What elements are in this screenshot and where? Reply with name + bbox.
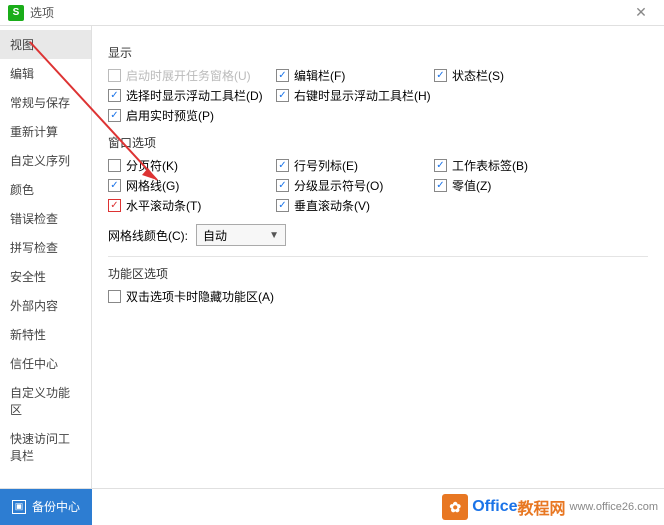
window-title: 选项 (30, 4, 54, 21)
checkbox-gridlines[interactable] (108, 179, 121, 192)
logo-url: www.office26.com (570, 501, 658, 513)
section-window-title: 窗口选项 (108, 134, 648, 151)
chevron-down-icon: ▼ (269, 230, 279, 241)
checkbox-row-col-header[interactable] (276, 159, 289, 172)
label-edit-bar: 编辑栏(F) (294, 67, 345, 84)
checkbox-startup-taskpane[interactable] (108, 69, 121, 82)
label-grid-color: 网格线颜色(C): (108, 227, 188, 244)
section-display-title: 显示 (108, 44, 648, 61)
logo-suffix: 教程网 (518, 495, 566, 519)
titlebar: S 选项 ✕ (0, 0, 664, 26)
select-grid-color-value: 自动 (203, 227, 227, 244)
checkbox-edit-bar[interactable] (276, 69, 289, 82)
sidebar-item-edit[interactable]: 编辑 (0, 59, 91, 88)
logo-brand: Office (472, 498, 517, 516)
label-startup-taskpane: 启动时展开任务窗格(U) (126, 67, 251, 84)
label-realtime-preview: 启用实时预览(P) (126, 107, 214, 124)
sidebar-item-trust-center[interactable]: 信任中心 (0, 349, 91, 378)
checkbox-dblclick-hide-ribbon[interactable] (108, 290, 121, 303)
divider (108, 256, 648, 257)
sidebar-item-view[interactable]: 视图 (0, 30, 91, 59)
checkbox-sheet-tabs[interactable] (434, 159, 447, 172)
label-float-rclick: 右键时显示浮动工具栏(H) (294, 87, 431, 104)
label-sheet-tabs: 工作表标签(B) (452, 157, 528, 174)
sidebar-item-external[interactable]: 外部内容 (0, 291, 91, 320)
sidebar-item-general[interactable]: 常规与保存 (0, 88, 91, 117)
label-outline-symbols: 分级显示符号(O) (294, 177, 383, 194)
checkbox-float-rclick[interactable] (276, 89, 289, 102)
sidebar-item-new-feature[interactable]: 新特性 (0, 320, 91, 349)
label-dblclick-hide-ribbon: 双击选项卡时隐藏功能区(A) (126, 288, 274, 305)
sidebar-item-custom-ribbon[interactable]: 自定义功能区 (0, 378, 91, 424)
checkbox-v-scrollbar[interactable] (276, 199, 289, 212)
sidebar-item-recalc[interactable]: 重新计算 (0, 117, 91, 146)
label-gridlines: 网格线(G) (126, 177, 179, 194)
logo-icon: ✿ (442, 494, 468, 520)
sidebar-item-quick-access[interactable]: 快速访问工具栏 (0, 424, 91, 470)
backup-center-button[interactable]: ▣ 备份中心 (0, 489, 92, 525)
checkbox-zero-values[interactable] (434, 179, 447, 192)
close-icon[interactable]: ✕ (626, 4, 656, 21)
main-panel: 显示 启动时展开任务窗格(U) 编辑栏(F) 状态栏(S) 选择时显示浮动工具栏… (92, 26, 664, 488)
select-grid-color[interactable]: 自动 ▼ (196, 224, 286, 246)
checkbox-h-scrollbar[interactable] (108, 199, 121, 212)
label-status-bar: 状态栏(S) (452, 67, 504, 84)
sidebar-item-error-check[interactable]: 错误检查 (0, 204, 91, 233)
checkbox-page-break[interactable] (108, 159, 121, 172)
label-v-scrollbar: 垂直滚动条(V) (294, 197, 370, 214)
label-float-select: 选择时显示浮动工具栏(D) (126, 87, 263, 104)
section-ribbon-title: 功能区选项 (108, 265, 648, 282)
checkbox-float-select[interactable] (108, 89, 121, 102)
checkbox-outline-symbols[interactable] (276, 179, 289, 192)
label-row-col-header: 行号列标(E) (294, 157, 358, 174)
watermark-logo: ✿ Office教程网 www.office26.com (442, 494, 658, 520)
checkbox-status-bar[interactable] (434, 69, 447, 82)
label-zero-values: 零值(Z) (452, 177, 491, 194)
sidebar-item-security[interactable]: 安全性 (0, 262, 91, 291)
sidebar: 视图 编辑 常规与保存 重新计算 自定义序列 颜色 错误检查 拼写检查 安全性 … (0, 26, 92, 488)
app-icon: S (8, 5, 24, 21)
sidebar-item-spell-check[interactable]: 拼写检查 (0, 233, 91, 262)
label-h-scrollbar: 水平滚动条(T) (126, 197, 201, 214)
label-page-break: 分页符(K) (126, 157, 178, 174)
backup-icon: ▣ (12, 500, 26, 514)
sidebar-item-custom-seq[interactable]: 自定义序列 (0, 146, 91, 175)
sidebar-item-color[interactable]: 颜色 (0, 175, 91, 204)
backup-label: 备份中心 (32, 498, 80, 515)
checkbox-realtime-preview[interactable] (108, 109, 121, 122)
